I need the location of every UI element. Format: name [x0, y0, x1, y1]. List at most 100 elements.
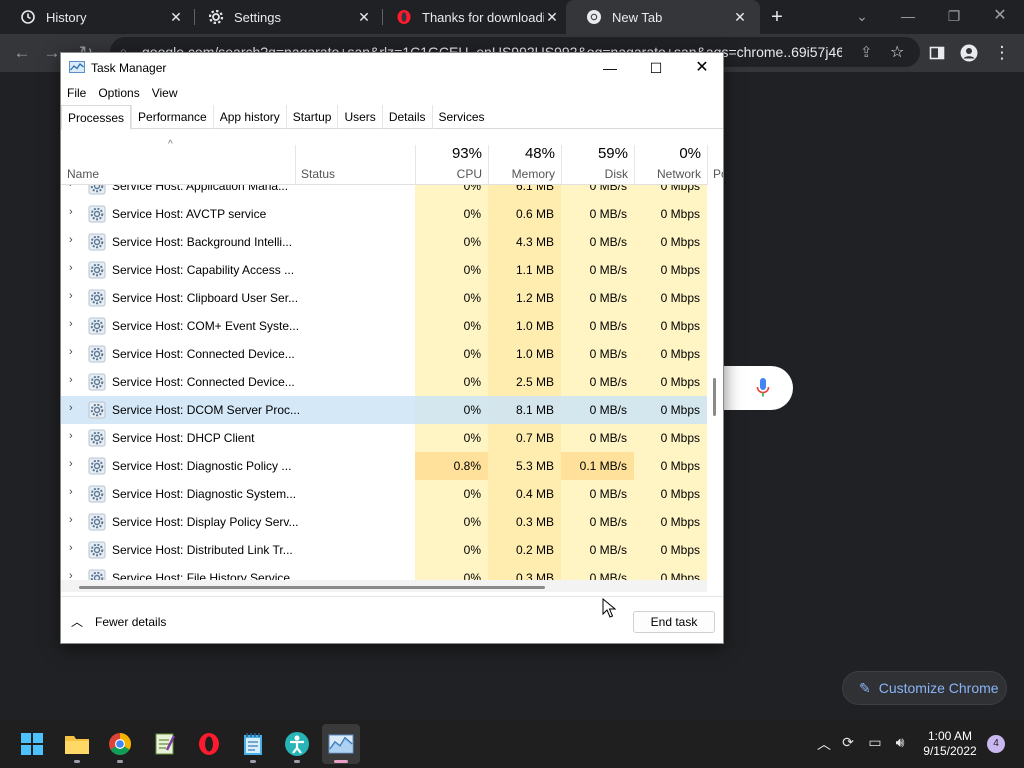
menu-file[interactable]: File	[61, 83, 92, 105]
column-power[interactable]: Po	[707, 145, 723, 185]
column-status[interactable]: Status	[295, 145, 415, 185]
close-icon[interactable]: ✕	[544, 9, 560, 26]
share-icon[interactable]: ⇪	[860, 43, 873, 61]
volume-icon[interactable]: 🔊︎	[890, 734, 910, 751]
end-task-button[interactable]: End task	[633, 611, 715, 633]
profile-avatar-icon[interactable]	[958, 42, 980, 64]
chevron-right-icon[interactable]: ›	[69, 430, 77, 442]
table-row[interactable]: › Service Host: Connected Device... 0% 2.5 …	[61, 368, 707, 396]
side-panel-icon[interactable]	[926, 42, 948, 64]
notification-badge[interactable]: 4	[987, 735, 1005, 753]
process-disk: 0 MB/s	[589, 431, 627, 445]
table-row[interactable]: › Service Host: Capability Access ... 0% 1.…	[61, 256, 707, 284]
process-mem: 0.6 MB	[515, 207, 554, 221]
maximize-button[interactable]: ☐	[633, 53, 679, 83]
more-menu-icon[interactable]: ⋮	[991, 42, 1013, 64]
new-tab-button[interactable]: +	[766, 6, 788, 28]
chevron-right-icon[interactable]: ›	[69, 262, 77, 274]
chevron-right-icon[interactable]: ›	[69, 542, 77, 554]
close-window-icon[interactable]: ✕	[990, 6, 1010, 26]
table-row[interactable]: › Service Host: DCOM Server Proc... 0% 8.1 …	[61, 396, 707, 424]
tab-history[interactable]: History ✕	[0, 0, 196, 34]
bookmark-star-icon[interactable]: ☆	[890, 42, 904, 62]
column-disk[interactable]: 59% Disk	[561, 145, 634, 185]
tab-opera-download[interactable]: Thanks for downloading ✕	[376, 0, 572, 34]
back-icon[interactable]: ←	[11, 42, 33, 64]
table-row[interactable]: › Service Host: Connected Device... 0% 1.0 …	[61, 340, 707, 368]
title-bar[interactable]: Task Manager — ☐ ✕	[61, 53, 723, 83]
display-icon[interactable]: ▭	[865, 734, 885, 751]
chevron-right-icon[interactable]: ›	[69, 234, 77, 246]
chevron-right-icon[interactable]: ›	[69, 318, 77, 330]
table-row[interactable]: › Service Host: Application Mana... 0% 6.1 …	[61, 185, 707, 200]
tab-users[interactable]: Users	[337, 105, 381, 129]
taskbar-notepad-plus[interactable]	[146, 724, 184, 764]
sync-icon[interactable]: ⟳	[838, 734, 858, 751]
tab-processes[interactable]: Processes	[61, 105, 132, 130]
table-row[interactable]: › Service Host: Distributed Link Tr... 0% 0…	[61, 536, 707, 564]
taskbar-accessibility-app[interactable]	[278, 724, 316, 764]
table-row[interactable]: › Service Host: Diagnostic Policy ... 0.8%…	[61, 452, 707, 480]
minimize-button[interactable]: —	[587, 53, 633, 83]
minimize-icon[interactable]: —	[898, 6, 918, 26]
chevron-right-icon[interactable]: ›	[69, 206, 77, 218]
process-name: Service Host: Display Policy Serv...	[112, 515, 299, 529]
column-name[interactable]: ^ Name	[61, 139, 295, 185]
close-icon[interactable]: ✕	[168, 9, 184, 26]
table-row[interactable]: › Service Host: Background Intelli... 0% 4.…	[61, 228, 707, 256]
chevron-right-icon[interactable]: ›	[69, 514, 77, 526]
process-name: Service Host: Background Intelli...	[112, 235, 293, 249]
tab-performance[interactable]: Performance	[131, 105, 213, 129]
column-network[interactable]: 0% Network	[634, 145, 707, 185]
table-row[interactable]: › Service Host: Clipboard User Ser... 0% 1.…	[61, 284, 707, 312]
customize-chrome-button[interactable]: ✎ Customize Chrome	[842, 671, 1007, 705]
close-icon[interactable]: ✕	[732, 9, 748, 26]
chevron-right-icon[interactable]: ›	[69, 346, 77, 358]
tab-new-tab[interactable]: New Tab ✕	[566, 0, 760, 34]
microphone-icon[interactable]	[756, 378, 770, 398]
table-row[interactable]: › Service Host: Display Policy Serv... 0% 0…	[61, 508, 707, 536]
menu-view[interactable]: View	[146, 83, 184, 105]
tab-details[interactable]: Details	[381, 105, 432, 129]
taskbar-opera[interactable]	[190, 724, 228, 764]
service-gear-icon	[88, 205, 106, 223]
taskbar-file-explorer[interactable]	[58, 724, 96, 764]
sort-up-icon: ^	[168, 139, 173, 150]
table-row[interactable]: › Service Host: Diagnostic System... 0% 0.4…	[61, 480, 707, 508]
chevron-right-icon[interactable]: ›	[69, 570, 77, 580]
table-row[interactable]: › Service Host: COM+ Event Syste... 0% 1.0 …	[61, 312, 707, 340]
opera-icon	[396, 9, 412, 25]
close-button[interactable]: ✕	[679, 53, 725, 83]
tab-app-history[interactable]: App history	[212, 105, 286, 129]
chevron-right-icon[interactable]: ›	[69, 185, 77, 190]
taskbar-task-manager[interactable]	[322, 724, 360, 764]
table-row[interactable]: › Service Host: File History Service 0% 0.3…	[61, 564, 707, 580]
close-icon[interactable]: ✕	[356, 9, 372, 26]
chevron-right-icon[interactable]: ›	[69, 486, 77, 498]
restore-icon[interactable]: ❐	[944, 6, 964, 26]
chevron-right-icon[interactable]: ›	[69, 290, 77, 302]
menu-bar: File Options View	[61, 83, 184, 105]
taskbar-notepad[interactable]	[234, 724, 272, 764]
start-button[interactable]	[13, 724, 51, 764]
chevron-right-icon[interactable]: ›	[69, 402, 77, 414]
menu-options[interactable]: Options	[92, 83, 145, 105]
horizontal-scrollbar-thumb[interactable]	[79, 586, 545, 589]
table-row[interactable]: › Service Host: DHCP Client 0% 0.7 MB 0 MB/s…	[61, 424, 707, 452]
process-name: Service Host: Clipboard User Ser...	[112, 291, 299, 305]
system-clock[interactable]: 1:00 AM 9/15/2022	[914, 729, 986, 759]
chevron-right-icon[interactable]: ›	[69, 458, 77, 470]
tab-settings[interactable]: Settings ✕	[188, 0, 384, 34]
tab-services[interactable]: Services	[431, 105, 491, 129]
process-mem: 0.3 MB	[515, 571, 554, 580]
vertical-scrollbar[interactable]	[713, 378, 716, 416]
tab-startup[interactable]: Startup	[285, 105, 338, 129]
show-hidden-icons-chevron[interactable]: ︿	[814, 734, 834, 754]
tab-search-icon[interactable]: ⌄	[852, 6, 872, 26]
column-cpu[interactable]: 93% CPU	[415, 145, 488, 185]
taskbar-chrome[interactable]	[101, 724, 139, 764]
column-memory[interactable]: 48% Memory	[488, 145, 561, 185]
chevron-right-icon[interactable]: ›	[69, 374, 77, 386]
fewer-details-link[interactable]: ︿ Fewer details	[71, 613, 166, 630]
table-row[interactable]: › Service Host: AVCTP service 0% 0.6 MB 0 MB…	[61, 200, 707, 228]
